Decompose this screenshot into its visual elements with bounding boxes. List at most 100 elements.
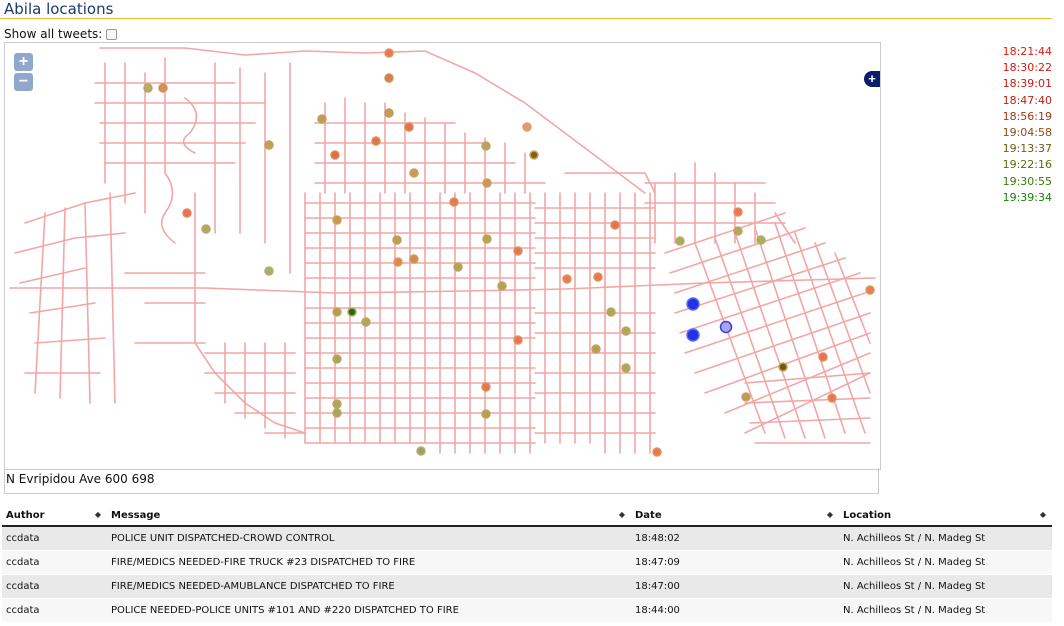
cell-date: 18:48:02 <box>631 526 839 551</box>
tweet-marker[interactable] <box>182 208 192 218</box>
tweet-marker[interactable] <box>652 447 662 457</box>
time-legend: 18:21:44 18:30:22 18:39:01 18:47:40 18:5… <box>990 44 1052 206</box>
tweet-marker[interactable] <box>361 317 371 327</box>
time-legend-item: 19:22:16 <box>1002 158 1052 172</box>
title-divider <box>0 18 1052 19</box>
tweet-marker[interactable] <box>158 83 168 93</box>
tweet-marker[interactable] <box>818 352 828 362</box>
table-row[interactable]: ccdata POLICE NEEDED-POLICE UNITS #101 A… <box>2 598 1052 623</box>
tweet-marker[interactable] <box>621 326 631 336</box>
column-header-location[interactable]: Location ◆ <box>839 505 1052 527</box>
tweet-marker[interactable] <box>482 234 492 244</box>
tweet-marker[interactable] <box>741 392 751 402</box>
tweet-marker[interactable] <box>332 215 342 225</box>
tweet-marker[interactable] <box>449 197 459 207</box>
cell-location: N. Achilleos St / N. Madeg St <box>839 550 1052 575</box>
tweet-marker[interactable] <box>529 150 539 160</box>
tweet-marker[interactable] <box>591 344 601 354</box>
tweet-marker[interactable] <box>392 235 402 245</box>
cell-message: FIRE/MEDICS NEEDED-AMUBLANCE DISPATCHED … <box>107 574 631 599</box>
address-readout: N Evripidou Ave 600 698 <box>4 468 879 494</box>
show-all-checkbox[interactable] <box>106 28 118 40</box>
cell-author: ccdata <box>2 550 107 575</box>
tweet-marker[interactable] <box>409 168 419 178</box>
column-header-label: Author <box>6 509 45 521</box>
time-legend-item: 18:56:19 <box>1002 109 1052 123</box>
tweet-marker[interactable] <box>317 114 327 124</box>
tweet-marker[interactable] <box>497 281 507 291</box>
cell-date: 18:44:00 <box>631 598 839 623</box>
cell-author: ccdata <box>2 574 107 599</box>
sort-icon[interactable]: ◆ <box>1040 510 1046 519</box>
tweet-marker[interactable] <box>384 73 394 83</box>
selected-markers <box>686 297 733 342</box>
selected-tweet-marker[interactable] <box>719 320 733 334</box>
tweet-marker[interactable] <box>332 354 342 364</box>
cell-message: POLICE UNIT DISPATCHED-CROWD CONTROL <box>107 526 631 551</box>
selected-tweet-marker[interactable] <box>686 328 700 342</box>
zoom-in-button[interactable]: + <box>14 53 33 71</box>
time-legend-item: 18:30:22 <box>1002 61 1052 75</box>
sort-icon[interactable]: ◆ <box>619 510 625 519</box>
tweet-marker[interactable] <box>562 274 572 284</box>
tweet-marker[interactable] <box>610 220 620 230</box>
time-legend-item: 19:39:34 <box>1002 190 1052 204</box>
tweet-marker[interactable] <box>513 246 523 256</box>
tweet-marker[interactable] <box>522 122 532 132</box>
tweet-marker[interactable] <box>593 272 603 282</box>
tweet-marker[interactable] <box>756 235 766 245</box>
tweet-marker[interactable] <box>416 446 426 456</box>
column-header-author[interactable]: Author ◆ <box>2 505 107 527</box>
tweet-markers <box>143 48 875 457</box>
selected-tweet-marker[interactable] <box>686 297 700 311</box>
tweet-marker[interactable] <box>481 141 491 151</box>
map[interactable]: + − + <box>4 42 881 470</box>
tweet-marker[interactable] <box>482 178 492 188</box>
table-row[interactable]: ccdata FIRE/MEDICS NEEDED-FIRE TRUCK #23… <box>2 550 1052 575</box>
tweet-marker[interactable] <box>865 285 875 295</box>
tweet-marker[interactable] <box>733 207 743 217</box>
sort-icon[interactable]: ◆ <box>95 510 101 519</box>
tweet-marker[interactable] <box>513 335 523 345</box>
tweet-marker[interactable] <box>827 393 837 403</box>
cell-author: ccdata <box>2 598 107 623</box>
page-title: Abila locations <box>4 0 114 18</box>
cell-location: N. Achilleos St / N. Madeg St <box>839 574 1052 599</box>
column-header-message[interactable]: Message ◆ <box>107 505 631 527</box>
tweet-marker[interactable] <box>404 122 414 132</box>
tweet-marker[interactable] <box>332 408 342 418</box>
tweet-marker[interactable] <box>481 382 491 392</box>
tweet-marker[interactable] <box>606 307 616 317</box>
tweet-marker[interactable] <box>264 140 274 150</box>
cell-location: N. Achilleos St / N. Madeg St <box>839 598 1052 623</box>
tweet-marker[interactable] <box>347 307 357 317</box>
tweet-marker[interactable] <box>330 150 340 160</box>
tweet-marker[interactable] <box>409 254 419 264</box>
column-header-date[interactable]: Date ◆ <box>631 505 839 527</box>
sort-icon[interactable]: ◆ <box>827 510 833 519</box>
tweet-marker[interactable] <box>733 226 743 236</box>
time-legend-item: 18:39:01 <box>1002 77 1052 91</box>
tweet-marker[interactable] <box>481 409 491 419</box>
tweet-marker[interactable] <box>264 266 274 276</box>
tweet-marker[interactable] <box>384 48 394 58</box>
tweet-marker[interactable] <box>675 236 685 246</box>
layer-switcher-icon[interactable]: + <box>864 71 880 87</box>
tweet-marker[interactable] <box>453 262 463 272</box>
tweet-marker[interactable] <box>332 307 342 317</box>
tweet-marker[interactable] <box>393 257 403 267</box>
tweet-marker[interactable] <box>371 136 381 146</box>
tweet-marker[interactable] <box>143 83 153 93</box>
tweet-marker[interactable] <box>384 108 394 118</box>
tweet-marker[interactable] <box>332 399 342 409</box>
zoom-out-button[interactable]: − <box>14 73 33 91</box>
tweet-marker[interactable] <box>201 224 211 234</box>
tweet-marker[interactable] <box>621 363 631 373</box>
table-row[interactable]: ccdata POLICE UNIT DISPATCHED-CROWD CONT… <box>2 526 1052 551</box>
show-all-label: Show all tweets: <box>4 27 103 41</box>
column-header-label: Location <box>843 509 892 521</box>
show-all-tweets: Show all tweets: <box>4 27 118 41</box>
table-row[interactable]: ccdata FIRE/MEDICS NEEDED-AMUBLANCE DISP… <box>2 574 1052 599</box>
tweets-table: Author ◆ Message ◆ Date ◆ Location ◆ ccdata … <box>2 505 1052 623</box>
tweet-marker[interactable] <box>778 362 788 372</box>
